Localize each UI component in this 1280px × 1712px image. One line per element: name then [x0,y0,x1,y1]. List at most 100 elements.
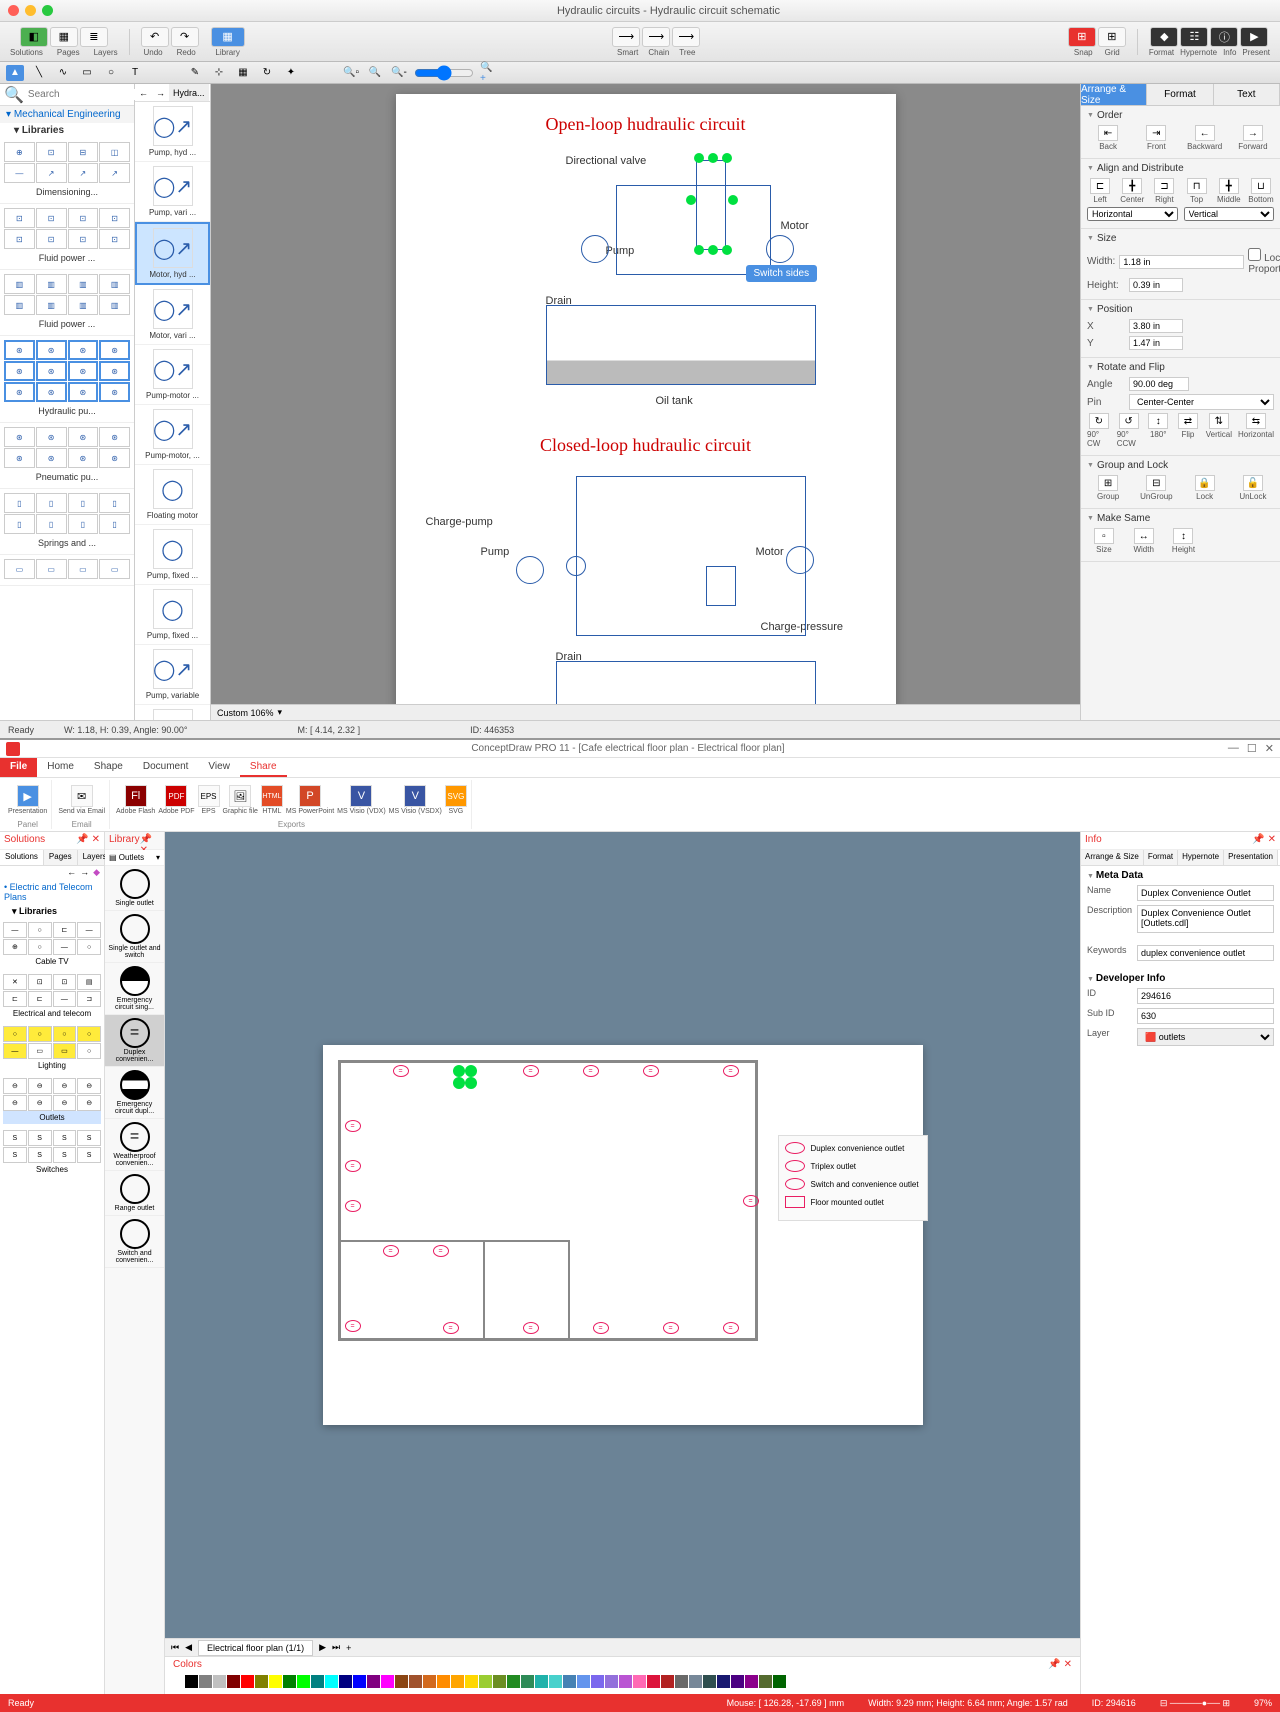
rect-tool[interactable]: ▭ [78,65,96,81]
pin-icon[interactable]: 📌 ✕ [1252,834,1276,847]
color-swatch[interactable] [325,1675,338,1688]
color-swatch[interactable] [759,1675,772,1688]
pointer-tool[interactable]: ▲ [6,65,24,81]
zoom-in[interactable]: 🔍+ [480,65,498,81]
color-swatch[interactable] [297,1675,310,1688]
canvas-viewport-2[interactable]: = = = = = = = = = = = = = = = = = [165,832,1080,1638]
shape-item[interactable]: ◯↗Pump, varia ... [135,705,210,720]
color-swatch[interactable] [171,1675,184,1688]
line-tool[interactable]: ╲ [30,65,48,81]
export-pdf[interactable]: PDFAdobe PDF [158,785,194,815]
same-height[interactable]: ↕Height [1167,528,1201,554]
ellipse-tool[interactable]: ○ [102,65,120,81]
color-swatch[interactable] [199,1675,212,1688]
dev-subid-input[interactable] [1137,1008,1274,1024]
ribbon-home[interactable]: Home [37,758,84,777]
text-tool[interactable]: T [126,65,144,81]
pin-icon[interactable]: 📌 ✕ [140,834,160,847]
color-swatch[interactable] [395,1675,408,1688]
ribbon-document[interactable]: Document [133,758,199,777]
curve-tool[interactable]: ∿ [54,65,72,81]
rotate-180[interactable]: ↕180° [1146,413,1170,448]
outlet[interactable]: = [583,1065,599,1077]
category-header[interactable]: • Electric and Telecom Plans [0,880,104,904]
layers-button[interactable]: ≣ [80,27,108,47]
color-swatch[interactable] [493,1675,506,1688]
color-swatch[interactable] [451,1675,464,1688]
info-button[interactable]: ⓘ [1210,27,1238,47]
export-vdx[interactable]: VMS Visio (VDX) [337,785,386,815]
tab-nav-prev[interactable]: ◀ [185,1642,192,1653]
rotate-tool[interactable]: ↻ [258,65,276,81]
solutions-button[interactable]: ◧ [20,27,48,47]
color-swatch[interactable] [381,1675,394,1688]
shape-item[interactable]: ◯↗Pump, vari ... [135,162,210,222]
shape-item[interactable]: ◯↗Pump, hyd ... [135,102,210,162]
dist-horizontal[interactable]: Horizontal [1087,207,1178,221]
present-button[interactable]: ▶ [1240,27,1268,47]
color-swatch[interactable] [661,1675,674,1688]
shape-item[interactable]: Switch and convenien... [105,1216,164,1268]
color-swatch[interactable] [773,1675,786,1688]
floor-plan-page[interactable]: = = = = = = = = = = = = = = = = = [323,1045,923,1425]
snap-button[interactable]: ⊞ [1068,27,1096,47]
color-swatch[interactable] [577,1675,590,1688]
dev-id-input[interactable] [1137,988,1274,1004]
shape-item[interactable]: Emergency circuit sing... [105,963,164,1015]
pin-icon[interactable]: 📌 ✕ [1048,1659,1072,1670]
rotate-ccw[interactable]: ↺90° CCW [1117,413,1141,448]
pin-icon[interactable]: 📌 ✕ [76,834,100,847]
color-swatch[interactable] [745,1675,758,1688]
export-email[interactable]: ✉Send via Email [58,785,105,815]
color-swatch[interactable] [619,1675,632,1688]
export-svg[interactable]: SVGSVG [445,785,467,815]
tank-shape[interactable] [546,305,816,385]
tab-nav-next[interactable]: ▶ [319,1642,326,1653]
maximize-icon[interactable]: ☐ [1247,742,1257,755]
library-select[interactable]: ▤ Outlets▾ [105,850,164,866]
shape-item[interactable]: ◯↗Pump-motor, ... [135,405,210,465]
order-forward[interactable]: →Forward [1232,125,1274,151]
tree-header[interactable]: ▾ Mechanical Engineering [0,106,134,123]
drawing-page[interactable]: Open-loop hudraulic circuit Directional … [396,94,896,704]
library-button[interactable]: ▦ [211,27,245,47]
color-swatch[interactable] [605,1675,618,1688]
outlet[interactable]: = [393,1065,409,1077]
color-swatch[interactable] [521,1675,534,1688]
dist-vertical[interactable]: Vertical [1184,207,1275,221]
selected-outlet[interactable] [453,1065,477,1089]
unlock-btn[interactable]: 🔓UnLock [1232,475,1274,501]
order-backward[interactable]: ←Backward [1184,125,1226,151]
ribbon-file[interactable]: File [0,758,37,777]
color-swatch[interactable] [409,1675,422,1688]
page-tab[interactable]: Electrical floor plan (1/1) [198,1640,313,1656]
outlet[interactable]: = [523,1322,539,1334]
lock-proportions[interactable] [1248,248,1261,261]
meta-keywords-input[interactable] [1137,945,1274,961]
rotate-cw[interactable]: ↻90° CW [1087,413,1111,448]
node-tool[interactable]: ⊹ [210,65,228,81]
color-swatch[interactable] [283,1675,296,1688]
outlet[interactable]: = [643,1065,659,1077]
tree-button[interactable]: ⟶ [672,27,700,47]
width-input[interactable] [1119,255,1244,269]
outlet[interactable]: = [345,1200,361,1212]
ungroup-btn[interactable]: ⊟UnGroup [1135,475,1177,501]
sol-tab-pages[interactable]: Pages [44,850,78,865]
shape-item-selected[interactable]: =Duplex convenien... [105,1015,164,1067]
shape-item[interactable]: =Weatherproof convenien... [105,1119,164,1171]
r2-tab-presentation[interactable]: Presentation [1224,850,1278,865]
pages-button[interactable]: ▦ [50,27,78,47]
pump-shape[interactable] [581,235,609,263]
color-swatch[interactable] [675,1675,688,1688]
outlet[interactable]: = [345,1160,361,1172]
color-swatch[interactable] [255,1675,268,1688]
flip-btn[interactable]: ⇄Flip [1176,413,1200,448]
shape-back[interactable]: ← [135,84,152,101]
color-swatch[interactable] [591,1675,604,1688]
path-tool[interactable]: ✎ [186,65,204,81]
export-graphic[interactable]: 🖼Graphic file [223,785,258,815]
color-swatch[interactable] [479,1675,492,1688]
redo-button[interactable]: ↷ [171,27,199,47]
outlet[interactable]: = [433,1245,449,1257]
